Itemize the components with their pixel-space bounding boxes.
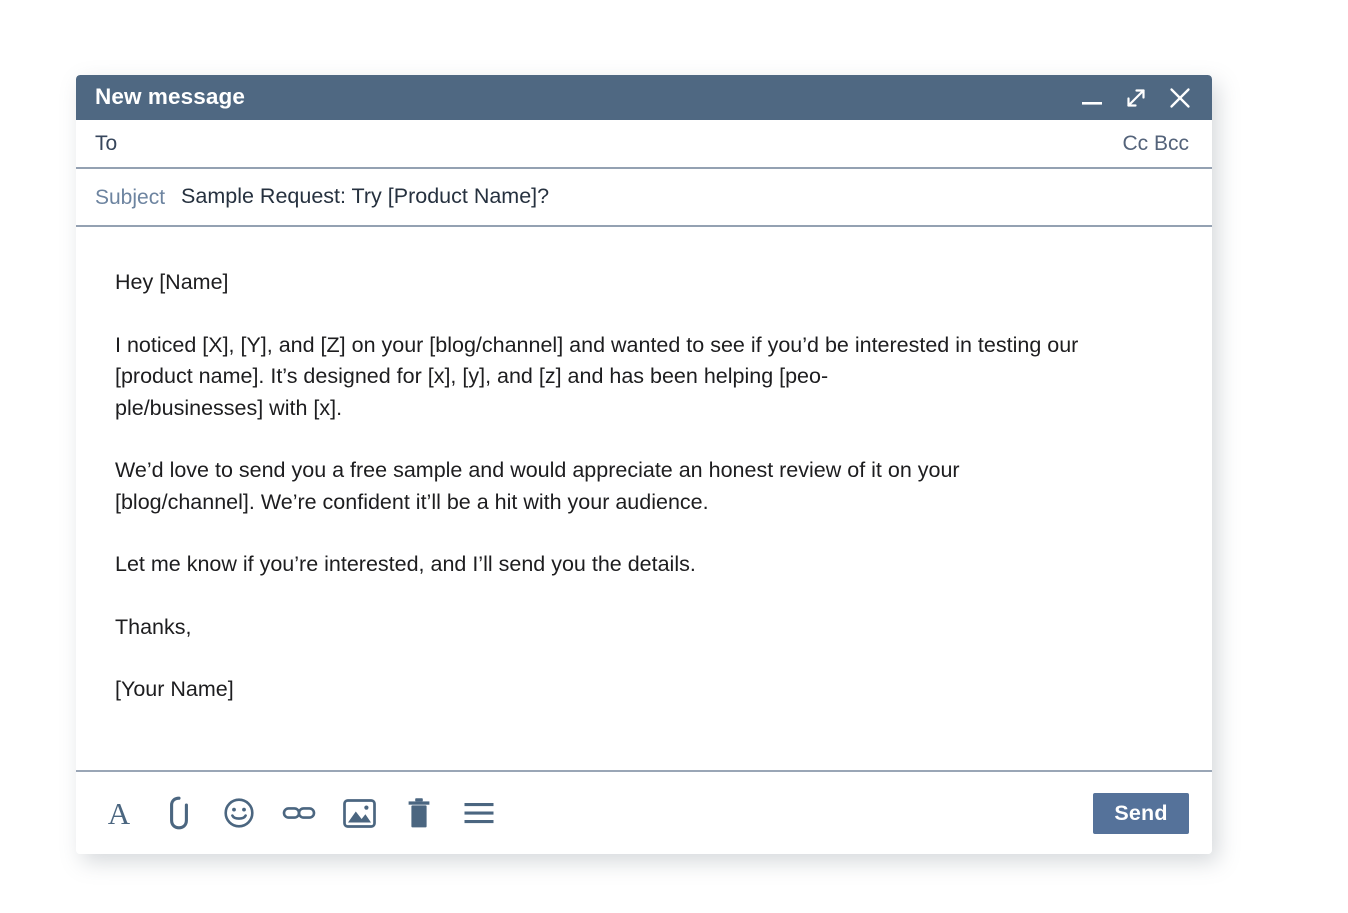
send-button[interactable]: Send [1093,792,1189,834]
body-paragraph: Thanks, [115,614,192,639]
insert-link-button[interactable] [280,793,318,833]
body-paragraph: Hey [Name] [115,270,229,294]
compose-window: New message To Cc Bcc Subject Sample Req… [76,75,1212,854]
body-paragraph: [Your Name] [115,677,234,701]
to-field-row[interactable]: To Cc Bcc [76,120,1212,169]
attach-file-button[interactable] [160,793,198,833]
subject-field-row[interactable]: Subject Sample Request: Try [Product Nam… [76,169,1212,227]
subject-field-label: Subject [95,185,166,209]
compose-toolbar: A Send [76,770,1212,854]
expand-arrows-icon [1127,88,1145,107]
minimize-icon [1082,101,1102,105]
paperclip-icon [170,796,188,830]
compose-window-title: New message [95,84,245,110]
insert-image-button[interactable] [340,793,378,833]
toolbar-icon-group: A [100,793,498,833]
compose-titlebar: New message [76,75,1212,120]
image-icon [342,798,376,828]
minimize-button[interactable] [1077,83,1107,113]
text-format-icon: A [107,795,131,831]
body-paragraph: Let me know if you’re interested, and I’… [115,552,696,576]
smiley-icon [224,798,254,828]
expand-button[interactable] [1121,83,1151,113]
close-icon [1170,87,1190,108]
cc-bcc-toggle[interactable]: Cc Bcc [1122,133,1189,154]
insert-emoji-button[interactable] [220,793,258,833]
trash-icon [408,798,430,828]
window-controls [1077,83,1195,113]
link-icon [282,807,316,819]
more-options-button[interactable] [460,793,498,833]
hamburger-menu-icon [464,803,494,824]
body-paragraph: I noticed [X], [Y], and [Z] on your [blo… [115,332,1079,420]
discard-draft-button[interactable] [400,793,438,833]
to-field-label: To [95,132,118,155]
body-paragraph: We’d love to send you a free sample and … [115,458,966,514]
close-button[interactable] [1165,83,1195,113]
subject-input[interactable]: Sample Request: Try [Product Name]? [181,186,1189,208]
formatting-options-button[interactable]: A [100,793,138,833]
message-body-editor[interactable]: Hey [Name] I noticed [X], [Y], and [Z] o… [76,227,1212,770]
message-body-content: Hey [Name] I noticed [X], [Y], and [Z] o… [115,267,1109,706]
screen: New message To Cc Bcc Subject Sample Req… [0,0,1348,913]
